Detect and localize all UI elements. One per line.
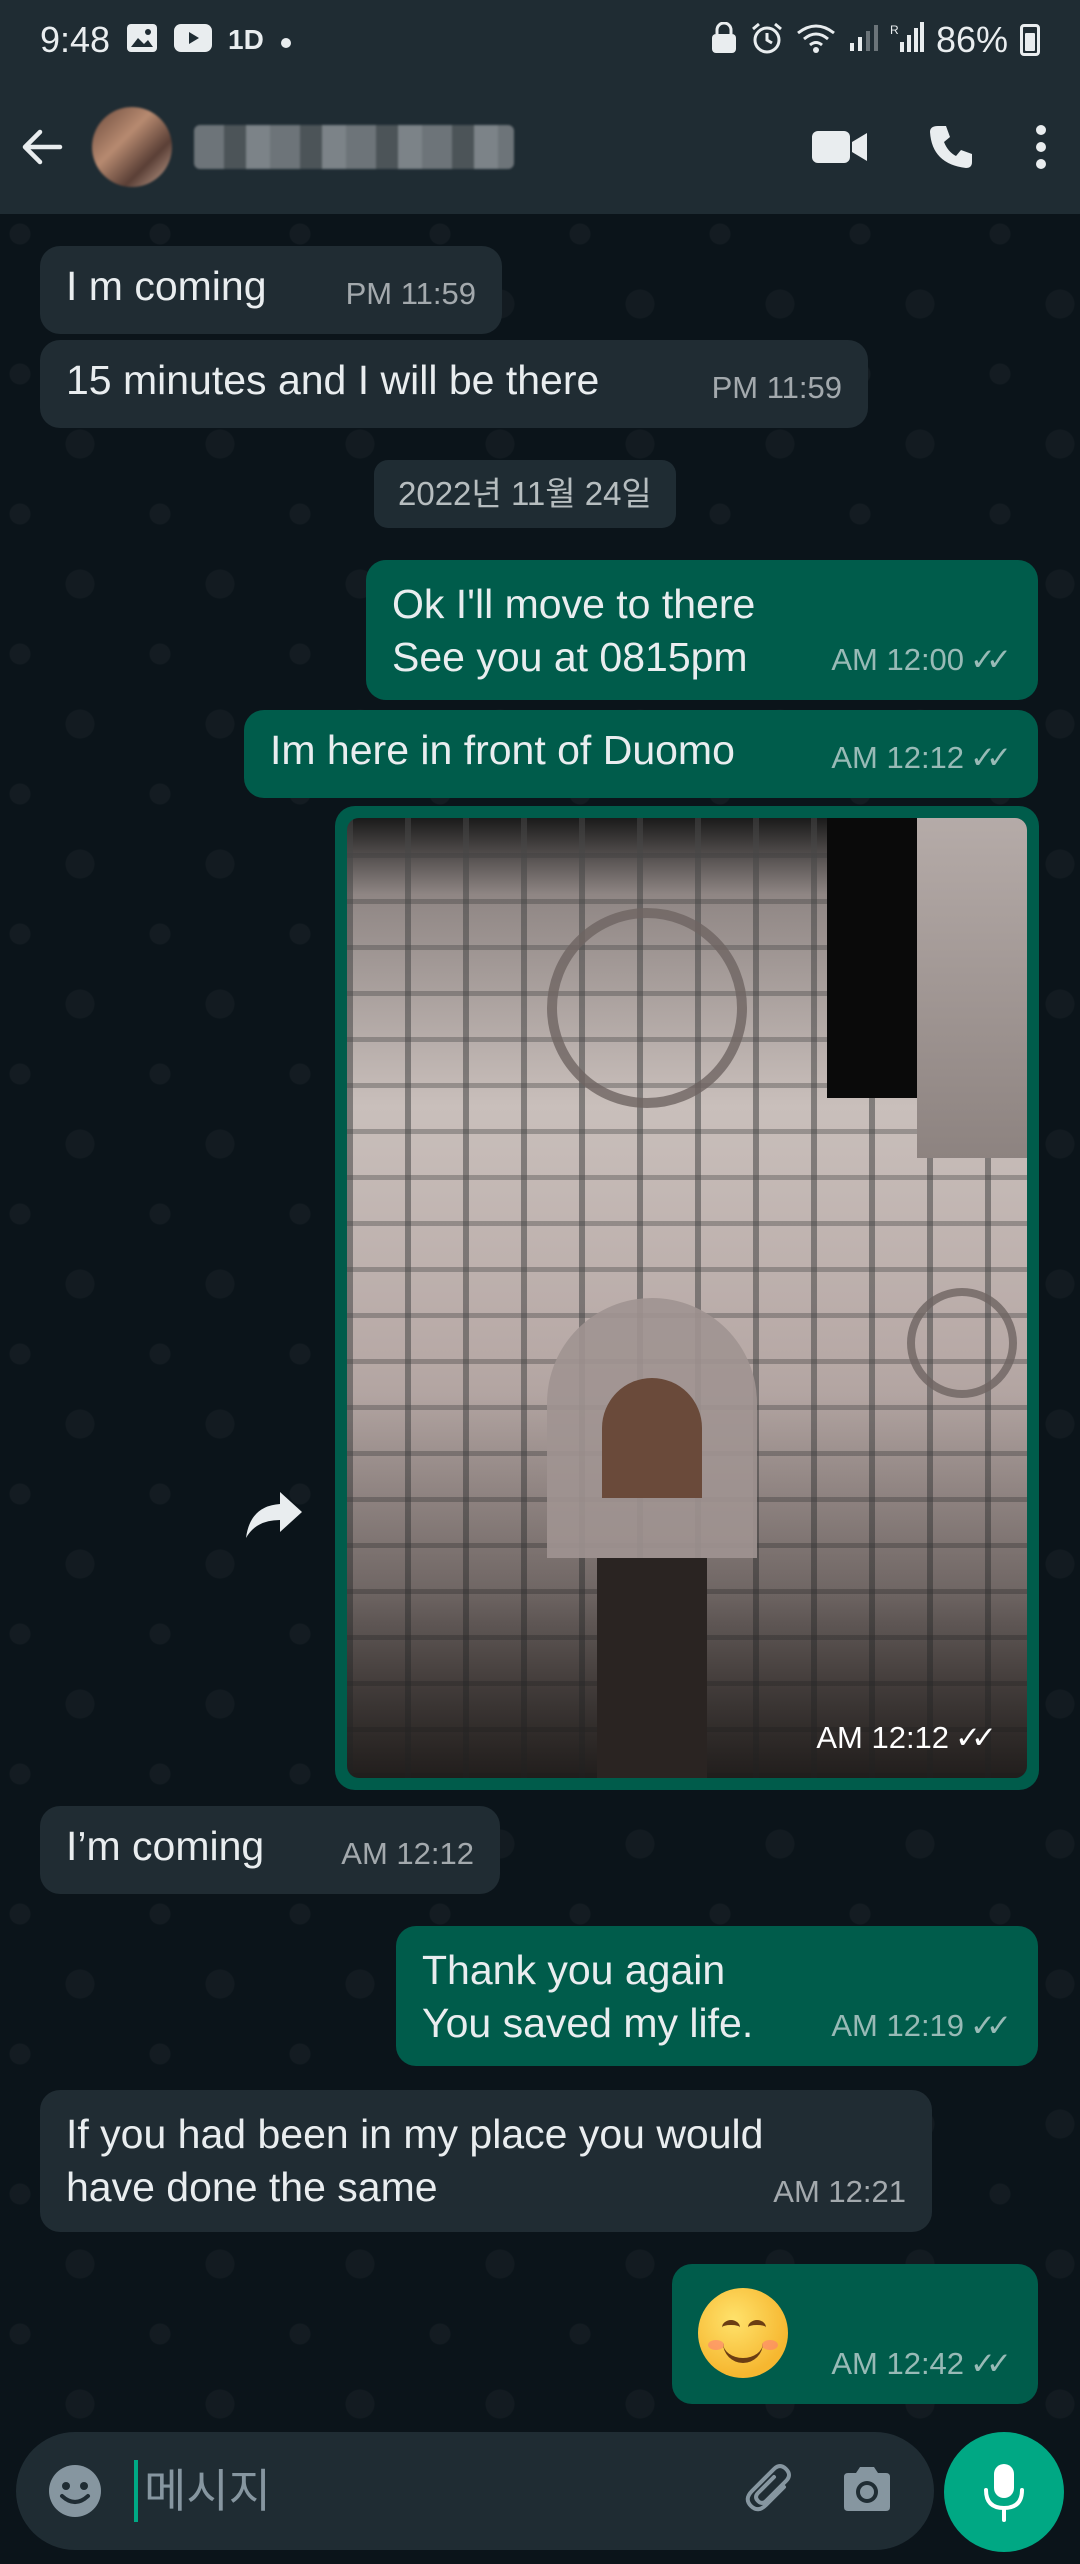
message-time: AM 12:42 bbox=[831, 2346, 965, 2381]
forward-icon bbox=[246, 1492, 302, 1538]
message-meta: AM 12:19 ✓✓ bbox=[831, 1999, 1012, 2052]
date-separator: 2022년 11월 24일 bbox=[374, 460, 676, 528]
double-check-icon: ✓✓ bbox=[955, 1720, 997, 1755]
contact-name-redacted[interactable] bbox=[194, 125, 514, 169]
more-options-button[interactable] bbox=[1034, 124, 1048, 170]
message-outgoing[interactable]: Ok I'll move to there See you at 0815pm … bbox=[366, 560, 1038, 700]
photo-lunette bbox=[602, 1378, 702, 1498]
message-incoming[interactable]: I’m coming AM 12:12 bbox=[40, 1806, 500, 1894]
status-bar: 9:48 1D R 86% bbox=[0, 0, 1080, 80]
photo-tower bbox=[917, 818, 1027, 1158]
message-incoming[interactable]: I m coming PM 11:59 bbox=[40, 246, 502, 334]
more-vert-icon bbox=[1036, 125, 1046, 169]
mic-button[interactable] bbox=[944, 2432, 1064, 2552]
message-text: If you had been in my place you would ha… bbox=[66, 2111, 764, 2210]
photo-rose-window bbox=[547, 908, 747, 1108]
message-text: Ok I'll move to there See you at 0815pm bbox=[392, 581, 756, 680]
message-outgoing[interactable]: AM 12:42 ✓✓ bbox=[672, 2264, 1038, 2404]
attach-icon bbox=[745, 2463, 791, 2511]
back-button[interactable] bbox=[20, 125, 64, 169]
message-image[interactable]: AM 12:12 ✓✓ bbox=[335, 806, 1039, 1790]
message-text: 15 minutes and I will be there bbox=[66, 357, 600, 403]
svg-text:R: R bbox=[890, 23, 899, 37]
video-call-icon bbox=[812, 131, 867, 163]
arrow-back-icon bbox=[22, 129, 63, 165]
message-outgoing[interactable]: Thank you again You saved my life. AM 12… bbox=[396, 1926, 1038, 2066]
emoji-eye bbox=[722, 2320, 740, 2335]
1d-icon: 1D bbox=[228, 23, 264, 58]
double-check-icon: ✓✓ bbox=[970, 740, 1012, 775]
emoji-icon bbox=[49, 2465, 101, 2517]
photo-door bbox=[597, 1558, 707, 1778]
youtube-icon bbox=[174, 23, 213, 57]
status-time: 9:48 bbox=[40, 19, 111, 60]
lock-icon bbox=[710, 21, 738, 59]
message-time: AM 12:21 bbox=[773, 2174, 906, 2209]
message-text: I’m coming bbox=[66, 1823, 265, 1869]
camera-icon bbox=[844, 2466, 890, 2511]
message-text: I m coming bbox=[66, 263, 267, 309]
gallery-icon bbox=[126, 23, 158, 58]
emoji-eye bbox=[748, 2320, 766, 2335]
message-time: AM 12:00 bbox=[831, 642, 965, 677]
voice-call-icon bbox=[930, 126, 972, 168]
message-meta: AM 12:12 ✓✓ bbox=[831, 731, 1012, 784]
message-input-container bbox=[16, 2432, 934, 2550]
battery-icon bbox=[1020, 24, 1040, 56]
message-text: Im here in front of Duomo bbox=[270, 727, 735, 773]
avatar[interactable] bbox=[92, 107, 172, 187]
message-time: AM 12:12 bbox=[341, 1836, 474, 1871]
wifi-icon bbox=[796, 23, 836, 58]
alarm-icon bbox=[750, 21, 784, 60]
message-meta: AM 12:42 ✓✓ bbox=[831, 2337, 1012, 2390]
message-incoming[interactable]: If you had been in my place you would ha… bbox=[40, 2090, 932, 2232]
message-time: PM 11:59 bbox=[711, 370, 842, 405]
message-meta: AM 12:12 ✓✓ bbox=[816, 1720, 997, 1756]
message-outgoing[interactable]: Im here in front of Duomo AM 12:12 ✓✓ bbox=[244, 710, 1038, 798]
message-text: Thank you again You saved my life. bbox=[422, 1947, 754, 2046]
smiling-face-icon bbox=[698, 2288, 788, 2378]
signal-icon bbox=[848, 23, 878, 58]
photo-rose-window bbox=[907, 1288, 1017, 1398]
duomo-photo[interactable]: AM 12:12 ✓✓ bbox=[347, 818, 1027, 1778]
voice-call-button[interactable] bbox=[926, 122, 976, 172]
message-incoming[interactable]: 15 minutes and I will be there PM 11:59 bbox=[40, 340, 868, 428]
double-check-icon: ✓✓ bbox=[970, 2346, 1012, 2381]
attach-button[interactable] bbox=[744, 2463, 796, 2520]
message-time: AM 12:12 bbox=[816, 1720, 950, 1755]
message-time: PM 11:59 bbox=[345, 276, 476, 311]
chat-header bbox=[0, 80, 1080, 214]
composer bbox=[0, 2420, 1080, 2564]
message-time: AM 12:19 bbox=[831, 2008, 965, 2043]
message-input[interactable] bbox=[134, 2460, 744, 2522]
emoji-cheek bbox=[708, 2340, 724, 2350]
double-check-icon: ✓✓ bbox=[970, 2008, 1012, 2043]
emoji-mouth bbox=[723, 2338, 763, 2363]
message-time: AM 12:12 bbox=[831, 740, 965, 775]
battery-percent: 86% bbox=[935, 19, 1008, 60]
camera-button[interactable] bbox=[840, 2465, 894, 2518]
emoji-button[interactable] bbox=[46, 2462, 104, 2520]
video-call-button[interactable] bbox=[812, 129, 868, 165]
chat-messages[interactable]: I m coming PM 11:59 15 minutes and I wil… bbox=[0, 214, 1080, 2420]
message-meta: AM 12:00 ✓✓ bbox=[831, 633, 1012, 686]
forward-button[interactable] bbox=[242, 1482, 306, 1546]
emoji-cheek bbox=[762, 2340, 778, 2350]
double-check-icon: ✓✓ bbox=[970, 642, 1012, 677]
signal-r-icon: R bbox=[890, 21, 924, 59]
dot-icon bbox=[280, 26, 292, 54]
svg-text:1D: 1D bbox=[228, 24, 264, 53]
mic-icon bbox=[984, 2464, 1024, 2522]
